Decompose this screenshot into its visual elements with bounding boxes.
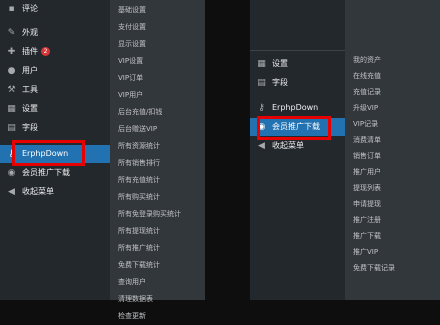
fields-icon: ▤: [7, 123, 16, 133]
submenu-item[interactable]: 推广注册: [353, 212, 381, 228]
submenu-item[interactable]: VIP用户: [118, 87, 143, 104]
menu-item-erphpdown[interactable]: ⚷ ErphpDown: [250, 99, 345, 117]
menu-item-label-wrap: 插件 2: [22, 43, 50, 61]
collapse-menu-button[interactable]: ◀ 收起菜单: [0, 183, 110, 201]
dark-gap: [205, 0, 250, 300]
menu-item-label: 收起菜单: [272, 141, 304, 150]
menu-item-member-promo-download[interactable]: ◉ 会员推广下载: [250, 118, 345, 136]
submenu-item[interactable]: 所有销售排行: [118, 155, 160, 172]
submenu-item[interactable]: 显示设置: [118, 36, 146, 53]
submenu-item[interactable]: 免费下载统计: [118, 257, 160, 274]
menu-item-fields[interactable]: ▤ 字段: [0, 119, 110, 137]
menu-item-fields[interactable]: ▤ 字段: [250, 74, 345, 92]
submenu-item[interactable]: 支付设置: [118, 19, 146, 36]
settings-icon: ▦: [257, 59, 266, 69]
menu-item-label: 外观: [22, 28, 38, 37]
submenu-item[interactable]: 充值记录: [353, 84, 381, 100]
submenu-item[interactable]: 提现列表: [353, 180, 381, 196]
menu-item-erphpdown[interactable]: ⚷ ErphpDown: [0, 145, 110, 163]
submenu-item[interactable]: 推广下载: [353, 228, 381, 244]
submenu-item[interactable]: 销售订单: [353, 148, 381, 164]
menu-item-label: ErphpDown: [22, 149, 69, 158]
submenu-item[interactable]: 升级VIP: [353, 100, 378, 116]
menu-separator: [250, 50, 345, 51]
tools-icon: ⚒: [7, 85, 16, 95]
users-icon: ●: [7, 66, 16, 76]
menu-item-label: 工具: [22, 85, 38, 94]
submenu-item[interactable]: 所有充值统计: [118, 172, 160, 189]
collapse-icon: ◀: [258, 141, 265, 151]
menu-item-label: 会员推广下载: [272, 122, 320, 131]
menu-item-label: ErphpDown: [272, 103, 319, 112]
comments-icon: ▪: [8, 4, 15, 14]
menu-item-label: 用户: [22, 66, 38, 75]
submenu-item[interactable]: 所有资源统计: [118, 138, 160, 155]
submenu-item[interactable]: 我的资产: [353, 52, 381, 68]
collapse-menu-button[interactable]: ◀ 收起菜单: [250, 137, 345, 155]
menu-item-tools[interactable]: ⚒ 工具: [0, 81, 110, 99]
appearance-icon: ✎: [7, 28, 16, 38]
submenu-item[interactable]: 所有免登录购买统计: [118, 206, 181, 223]
menu-item-users[interactable]: ● 用户: [0, 62, 110, 80]
menu-item-comments[interactable]: ▪ 评论: [0, 0, 110, 18]
globe-icon: ◉: [7, 168, 16, 178]
submenu-item[interactable]: 所有购买统计: [118, 189, 160, 206]
submenu-item[interactable]: 在线充值: [353, 68, 381, 84]
submenu-item[interactable]: 检查更新: [118, 308, 146, 325]
menu-item-settings[interactable]: ▦ 设置: [250, 55, 345, 73]
submenu-item[interactable]: 推广用户: [353, 164, 381, 180]
menu-item-label: 评论: [22, 4, 38, 13]
submenu-item[interactable]: 申请提现: [353, 196, 381, 212]
menu-item-member-promo-download[interactable]: ◉ 会员推广下载: [0, 164, 110, 182]
member-promo-submenu: 我的资产 在线充值 充值记录 升级VIP VIP记录 消费清单 销售订单 推广用…: [345, 0, 440, 300]
right-admin-sidebar: ▦ 设置 ▤ 字段 ⚷ ErphpDown ◉ 会员推广下载 ◀ 收起菜单: [250, 0, 345, 300]
key-icon: ⚷: [258, 103, 265, 113]
menu-item-label: 字段: [22, 123, 38, 132]
submenu-item[interactable]: VIP订单: [118, 70, 143, 87]
submenu-item[interactable]: 后台赠送VIP: [118, 121, 157, 138]
submenu-item[interactable]: 基础设置: [118, 2, 146, 19]
menu-item-plugins[interactable]: ✚ 插件 2: [0, 43, 110, 61]
menu-item-label: 插件: [22, 47, 38, 56]
left-admin-sidebar: ▪ 评论 ✎ 外观 ✚ 插件 2 ● 用户 ⚒ 工具 ▦ 设置 ▤ 字段 ⚷ Er…: [0, 0, 110, 300]
submenu-item[interactable]: 后台充值/扣钱: [118, 104, 162, 121]
submenu-item[interactable]: VIP记录: [353, 116, 378, 132]
erphpdown-submenu: 基础设置 支付设置 显示设置 VIP设置 VIP订单 VIP用户 后台充值/扣钱…: [110, 0, 205, 320]
submenu-item[interactable]: VIP设置: [118, 53, 143, 70]
fields-icon: ▤: [257, 78, 266, 88]
globe-icon: ◉: [257, 122, 266, 132]
menu-item-label: 会员推广下载: [22, 168, 70, 177]
menu-item-label: 收起菜单: [22, 187, 54, 196]
submenu-item[interactable]: 查询用户: [118, 274, 146, 291]
menu-item-label: 设置: [272, 59, 288, 68]
key-icon: ⚷: [8, 149, 15, 159]
submenu-item[interactable]: 所有推广统计: [118, 240, 160, 257]
submenu-item[interactable]: 消费清单: [353, 132, 381, 148]
menu-item-settings[interactable]: ▦ 设置: [0, 100, 110, 118]
menu-item-appearance[interactable]: ✎ 外观: [0, 24, 110, 42]
submenu-item[interactable]: 推广VIP: [353, 244, 378, 260]
menu-item-label: 设置: [22, 104, 38, 113]
submenu-item[interactable]: 免费下载记录: [353, 260, 395, 276]
menu-item-label: 字段: [272, 78, 288, 87]
plugins-icon: ✚: [7, 47, 16, 57]
update-count-badge: 2: [41, 47, 50, 56]
collapse-icon: ◀: [8, 187, 15, 197]
settings-icon: ▦: [7, 104, 16, 114]
submenu-item[interactable]: 所有提现统计: [118, 223, 160, 240]
